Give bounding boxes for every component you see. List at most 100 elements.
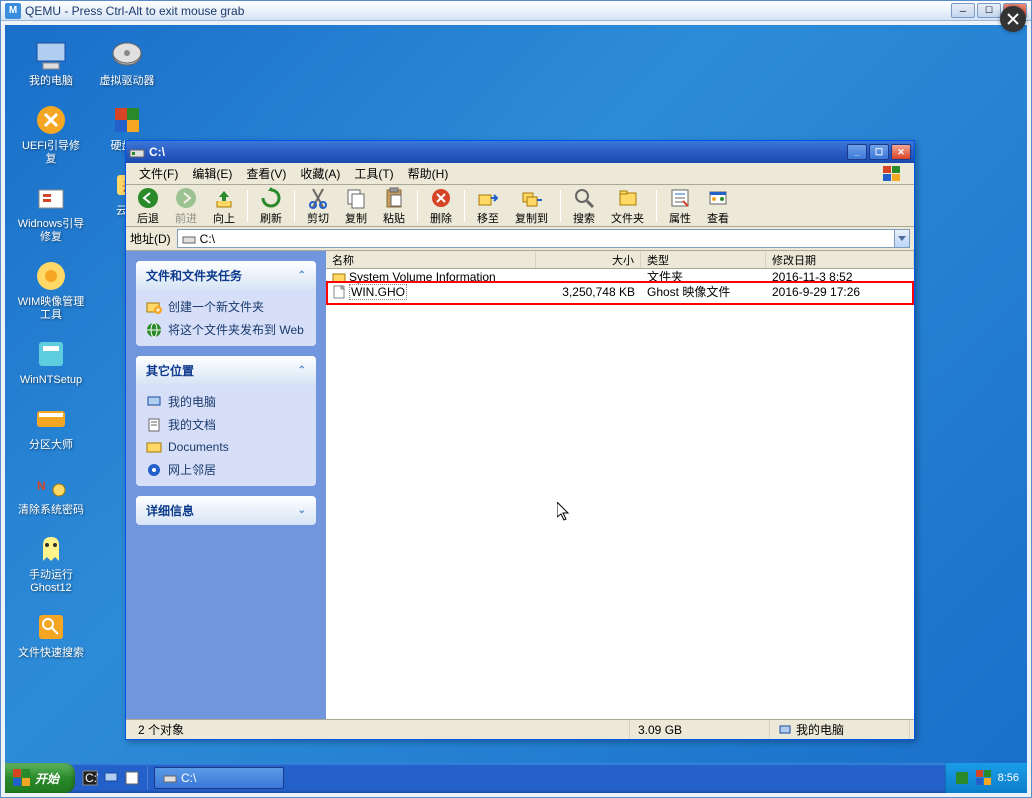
sidebar-panel-tasks: 文件和文件夹任务⌃ 创建一个新文件夹 将这个文件夹发布到 Web [136, 261, 316, 346]
col-header-type[interactable]: 类型 [641, 251, 766, 268]
file-row[interactable]: System Volume Information 文件夹 2016-11-3 … [326, 269, 914, 284]
quicklaunch-item[interactable] [102, 769, 120, 787]
guest-desktop[interactable]: 我的电脑 UEFI引导修复 Widnows引导修复 WIM映像管理工具 WinN… [5, 25, 1027, 793]
desktop-icon-wim[interactable]: WIM映像管理工具 [15, 256, 87, 324]
sidebar-item-mycomputer[interactable]: 我的电脑 [146, 393, 306, 410]
svg-text:C:\: C:\ [85, 771, 98, 785]
tray-icon[interactable] [976, 770, 992, 786]
sidebar-item-newfolder[interactable]: 创建一个新文件夹 [146, 298, 306, 315]
globe-icon [146, 322, 162, 338]
address-input[interactable]: C:\ [177, 229, 895, 248]
explorer-toolbar: 后退 前进 向上 刷新 剪切 复制 粘贴 删除 移至 复制到 搜索 文件夹 属性… [126, 185, 914, 227]
sidebar-item-publish[interactable]: 将这个文件夹发布到 Web [146, 321, 306, 338]
qemu-minimize-button[interactable]: ─ [951, 3, 975, 18]
toolbar-search-button[interactable]: 搜索 [566, 184, 602, 227]
menu-tools[interactable]: 工具(T) [347, 163, 400, 184]
toolbar-separator [294, 190, 295, 222]
status-size: 3.09 GB [630, 720, 770, 739]
sidebar-item-documents[interactable]: Documents [146, 439, 306, 455]
newfolder-icon [146, 299, 162, 315]
qemu-maximize-button[interactable]: ☐ [977, 3, 1001, 18]
quicklaunch-item[interactable] [123, 769, 141, 787]
explorer-titlebar[interactable]: C:\ _ ☐ ✕ [126, 141, 914, 163]
toolbar-properties-button[interactable]: 属性 [662, 184, 698, 227]
explorer-close-button[interactable]: ✕ [891, 144, 911, 160]
windows-flag-icon [13, 769, 31, 787]
desktop-icon-ghost[interactable]: 手动运行Ghost12 [15, 529, 87, 597]
toolbar-views-button[interactable]: 查看 [700, 184, 736, 227]
chevron-up-icon: ⌃ [298, 270, 306, 281]
col-header-name[interactable]: 名称 [326, 251, 536, 268]
address-dropdown-button[interactable] [895, 229, 910, 248]
desktop-icon-vdrive[interactable]: 虚拟驱动器 [91, 35, 163, 90]
explorer-window: C:\ _ ☐ ✕ 文件(F) 编辑(E) 查看(V) 收藏(A) 工具(T) … [125, 140, 915, 740]
menu-view[interactable]: 查看(V) [239, 163, 293, 184]
back-arrow-icon [137, 187, 159, 209]
desktop-icon-winrepair[interactable]: Widnows引导修复 [15, 178, 87, 246]
sidebar-tasks-header[interactable]: 文件和文件夹任务⌃ [136, 261, 316, 290]
toolbar-moveto-button[interactable]: 移至 [470, 184, 506, 227]
toolbar-back-button[interactable]: 后退 [130, 184, 166, 227]
copy-icon [345, 187, 367, 209]
desktop-icon-mycomputer[interactable]: 我的电脑 [15, 35, 87, 90]
toolbar-separator [464, 190, 465, 222]
sidebar-details-header[interactable]: 详细信息⌄ [136, 496, 316, 525]
taskbar-button-explorer[interactable]: C:\ [154, 767, 284, 789]
search-icon [573, 187, 595, 209]
start-button[interactable]: 开始 [5, 763, 75, 793]
explorer-body: 文件和文件夹任务⌃ 创建一个新文件夹 将这个文件夹发布到 Web 其它位置⌃ 我… [126, 251, 914, 719]
mydocs-icon [146, 417, 162, 433]
toolbar-copy-button[interactable]: 复制 [338, 184, 374, 227]
col-header-size[interactable]: 大小 [536, 251, 641, 268]
toolbar-refresh-button[interactable]: 刷新 [253, 184, 289, 227]
tray-icon[interactable] [954, 770, 970, 786]
network-icon [146, 462, 162, 478]
chevron-up-icon: ⌃ [298, 365, 306, 376]
views-icon [707, 187, 729, 209]
moveto-icon [477, 187, 499, 209]
menu-help[interactable]: 帮助(H) [401, 163, 456, 184]
explorer-maximize-button[interactable]: ☐ [869, 144, 889, 160]
menu-file[interactable]: 文件(F) [132, 163, 185, 184]
file-row[interactable]: WIN.GHO 3,250,748 KB Ghost 映像文件 2016-9-2… [326, 284, 914, 299]
col-header-date[interactable]: 修改日期 [766, 251, 914, 268]
delete-icon [430, 187, 452, 209]
svg-text:N: N [37, 479, 46, 493]
menu-favorites[interactable]: 收藏(A) [293, 163, 347, 184]
qemu-titlebar[interactable]: M QEMU - Press Ctrl-Alt to exit mouse gr… [1, 1, 1031, 21]
toolbar-separator [247, 190, 248, 222]
toolbar-cut-button[interactable]: 剪切 [300, 184, 336, 227]
folders-icon [617, 187, 639, 209]
desktop-icon-ntpwd[interactable]: N清除系统密码 [15, 464, 87, 519]
desktop-icon-search[interactable]: 文件快速搜索 [15, 607, 87, 662]
file-area: 名称 大小 类型 修改日期 System Volume Information … [326, 251, 914, 719]
explorer-sidebar: 文件和文件夹任务⌃ 创建一个新文件夹 将这个文件夹发布到 Web 其它位置⌃ 我… [126, 251, 326, 719]
sidebar-item-network[interactable]: 网上邻居 [146, 461, 306, 478]
taskbar-clock[interactable]: 8:56 [998, 772, 1019, 784]
toolbar-delete-button[interactable]: 删除 [423, 184, 459, 227]
taskbar-tasks: C:\ [148, 766, 945, 790]
explorer-statusbar: 2 个对象 3.09 GB 我的电脑 [126, 719, 914, 739]
copyto-icon [521, 187, 543, 209]
sidebar-other-header[interactable]: 其它位置⌃ [136, 356, 316, 385]
file-list[interactable]: System Volume Information 文件夹 2016-11-3 … [326, 269, 914, 719]
drive-icon [163, 771, 177, 785]
toolbar-up-button[interactable]: 向上 [206, 184, 242, 227]
system-tray[interactable]: 8:56 [945, 763, 1027, 793]
sidebar-panel-other: 其它位置⌃ 我的电脑 我的文档 Documents 网上邻居 [136, 356, 316, 486]
explorer-title: C:\ [149, 145, 847, 159]
desktop-icon-uefi[interactable]: UEFI引导修复 [15, 100, 87, 168]
sidebar-panel-details: 详细信息⌄ [136, 496, 316, 525]
explorer-minimize-button[interactable]: _ [847, 144, 867, 160]
sidebar-item-mydocs[interactable]: 我的文档 [146, 416, 306, 433]
toolbar-copyto-button[interactable]: 复制到 [508, 184, 555, 227]
quicklaunch-item[interactable]: C:\ [81, 769, 99, 787]
desktop-icon-partition[interactable]: 分区大师 [15, 399, 87, 454]
explorer-menubar: 文件(F) 编辑(E) 查看(V) 收藏(A) 工具(T) 帮助(H) [126, 163, 914, 185]
desktop-icon-winnt[interactable]: WinNTSetup [15, 334, 87, 389]
overlay-close-button[interactable] [1000, 6, 1026, 32]
toolbar-folders-button[interactable]: 文件夹 [604, 184, 651, 227]
menu-edit[interactable]: 编辑(E) [185, 163, 239, 184]
toolbar-paste-button[interactable]: 粘贴 [376, 184, 412, 227]
qemu-title: QEMU - Press Ctrl-Alt to exit mouse grab [25, 4, 951, 18]
